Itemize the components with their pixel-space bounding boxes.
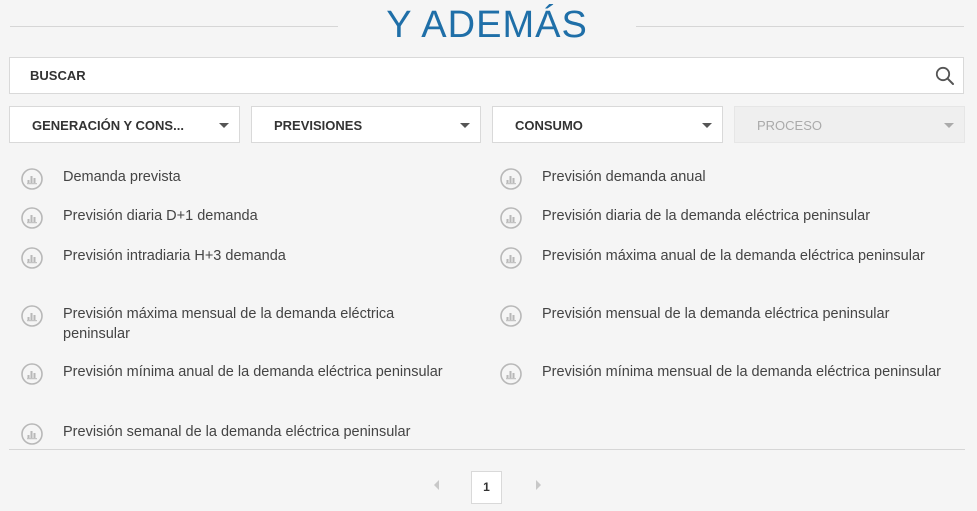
filter-label: PREVISIONES <box>274 118 363 133</box>
list-item-label: Previsión máxima mensual de la demanda e… <box>63 306 395 342</box>
title-divider-right <box>636 26 964 27</box>
list-item-label: Previsión intradiaria H+3 demanda <box>63 248 286 264</box>
chevron-down-icon <box>944 123 954 128</box>
chart-icon <box>21 247 43 269</box>
chart-icon <box>21 363 43 385</box>
chart-icon <box>500 207 522 229</box>
search-icon[interactable] <box>935 66 955 86</box>
chevron-down-icon <box>702 123 712 128</box>
filter-label: PROCESO <box>757 118 823 133</box>
page-header: Y ADEMÁS <box>0 0 977 48</box>
list-item-label: Previsión semanal de la demanda eléctric… <box>63 424 411 440</box>
chart-icon <box>500 247 522 269</box>
pagination-page-current[interactable]: 1 <box>471 471 502 504</box>
search-input[interactable] <box>30 58 910 93</box>
list-item-label: Previsión diaria D+1 demanda <box>63 208 258 224</box>
filter-select-generation[interactable]: GENERACIÓN Y CONS... <box>9 106 240 143</box>
page-title: Y ADEMÁS <box>386 4 588 46</box>
chart-icon <box>21 168 43 190</box>
filter-label: GENERACIÓN Y CONS... <box>32 118 184 133</box>
filter-label: CONSUMO <box>515 118 583 133</box>
chart-icon <box>500 168 522 190</box>
chevron-down-icon <box>219 123 229 128</box>
chevron-down-icon <box>460 123 470 128</box>
chart-icon <box>21 423 43 445</box>
list-item-label: Previsión diaria de la demanda eléctrica… <box>542 208 871 224</box>
list-item-label: Previsión mínima anual de la demanda elé… <box>63 364 443 380</box>
list-item-label: Previsión mínima mensual de la demanda e… <box>542 364 941 380</box>
chart-icon <box>500 363 522 385</box>
list-item-label: Previsión máxima anual de la demanda elé… <box>542 248 925 264</box>
list-item-label: Previsión mensual de la demanda eléctric… <box>542 306 890 322</box>
list-item-label: Previsión demanda anual <box>542 169 706 185</box>
chart-icon <box>500 305 522 327</box>
filter-select-forecasts[interactable]: PREVISIONES <box>251 106 481 143</box>
chart-icon <box>21 207 43 229</box>
pagination-next-icon[interactable] <box>536 480 541 490</box>
chart-icon <box>21 305 43 327</box>
search-box <box>9 57 964 94</box>
title-divider-left <box>10 26 338 27</box>
list-item-label: Demanda prevista <box>63 169 181 185</box>
pagination-prev-icon[interactable] <box>434 480 439 490</box>
filter-select-consumption[interactable]: CONSUMO <box>492 106 723 143</box>
results-divider <box>9 449 965 450</box>
filter-select-process: PROCESO <box>734 106 965 143</box>
